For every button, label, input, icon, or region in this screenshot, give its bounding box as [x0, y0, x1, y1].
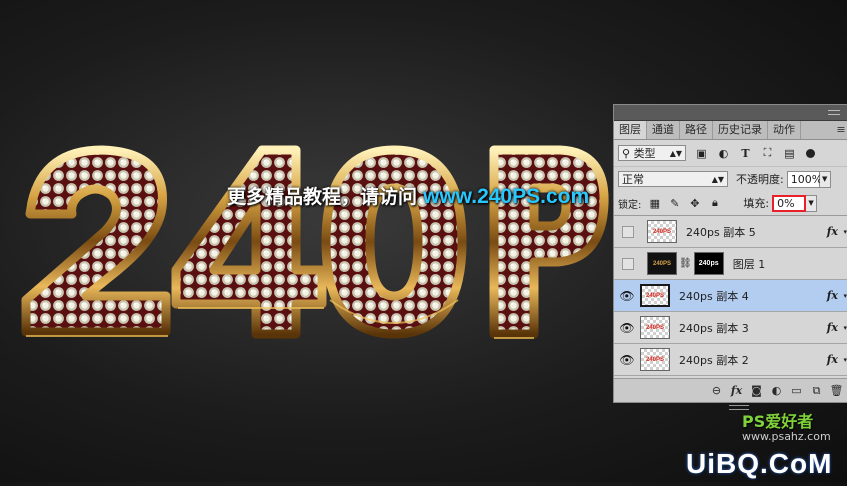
layer-list: 240PS 240ps 副本 5 fx ▾ 240PS ⛓ 240ps 图层 1…	[614, 216, 847, 376]
pixel-filter-icon[interactable]: ▣	[695, 147, 708, 160]
layer-thumbnail: 240PS	[640, 316, 670, 339]
layer-thumbnail: 240PS	[647, 252, 677, 275]
watermark-logo: PS爱好者	[742, 412, 814, 431]
panel-tabs: 图层 通道 路径 历史记录 动作 ≡	[614, 121, 847, 140]
visibility-toggle[interactable]	[622, 257, 634, 270]
tab-actions[interactable]: 动作	[768, 121, 801, 139]
watermark-url: www.psahz.com	[742, 430, 831, 443]
layer-filter-bar: ⚲ 类型 ▲▼ ▣ ◐ T ⛶ ▤	[614, 140, 847, 167]
layer-thumbnail: 240PS	[647, 220, 677, 243]
layer-row[interactable]: 👁︎ 240PS 240ps 副本 3 fx ▾	[614, 312, 847, 344]
lock-position-icon[interactable]: ✥	[688, 197, 701, 210]
delete-layer-icon[interactable]: 🗑︎	[828, 382, 845, 399]
filter-kind-value: 类型	[633, 147, 656, 160]
new-adjustment-icon[interactable]: ◐	[768, 382, 785, 399]
watermark-brand: UiBQ.CoM	[686, 448, 833, 479]
adjustment-filter-icon[interactable]: ◐	[717, 147, 730, 160]
opacity-dropdown-icon[interactable]: ▼	[819, 170, 831, 188]
layer-name[interactable]: 240ps 副本 3	[679, 320, 749, 336]
tab-history[interactable]: 历史记录	[713, 121, 768, 139]
tab-channels[interactable]: 通道	[647, 121, 680, 139]
lock-transparent-icon[interactable]: ▦	[648, 197, 661, 210]
banner-text: 更多精品教程，请访问	[227, 186, 418, 208]
lock-pixels-icon[interactable]: ✎	[668, 197, 681, 210]
filter-toggle-icon[interactable]	[806, 148, 815, 158]
add-style-icon[interactable]: fx	[728, 382, 745, 399]
expand-effects-icon[interactable]: ▾	[843, 356, 847, 364]
promo-banner: 更多精品教程，请访问 www.240PS.com	[227, 182, 589, 209]
new-group-icon[interactable]: ▭	[788, 382, 805, 399]
fx-icon[interactable]: fx	[827, 321, 838, 334]
opacity-label: 不透明度:	[736, 173, 784, 186]
expand-effects-icon[interactable]: ▾	[843, 324, 847, 332]
layer-mask-thumbnail[interactable]: 240ps	[693, 252, 724, 275]
gold-diamond-text	[21, 145, 609, 339]
layer-row[interactable]: 👁︎ 240PS 240ps 副本 2 fx ▾	[614, 344, 847, 376]
eye-icon[interactable]: 👁︎	[614, 321, 640, 335]
link-icon[interactable]: ⛓	[679, 258, 692, 269]
expand-effects-icon[interactable]: ▾	[843, 292, 847, 300]
layer-row[interactable]: 240PS ⛓ 240ps 图层 1	[614, 248, 847, 280]
tab-paths[interactable]: 路径	[680, 121, 713, 139]
layer-row-selected[interactable]: 👁︎ 240PS 240ps 副本 4 fx ▾	[614, 280, 847, 312]
layer-name[interactable]: 240ps 副本 2	[679, 352, 749, 368]
expand-effects-icon[interactable]: ▾	[843, 228, 847, 236]
layer-thumbnail: 240PS	[640, 348, 670, 371]
shape-filter-icon[interactable]: ⛶	[761, 146, 774, 160]
banner-url[interactable]: www.240PS.com	[423, 185, 589, 208]
panel-footer: ⊖ fx ◙ ◐ ▭ ⧉ 🗑︎	[614, 378, 847, 410]
tab-layers[interactable]: 图层	[614, 121, 647, 139]
layer-name[interactable]: 240ps 副本 4	[679, 288, 749, 304]
layers-panel: 图层 通道 路径 历史记录 动作 ≡ ⚲ 类型 ▲▼ ▣ ◐ T ⛶ ▤ 正常 …	[613, 104, 847, 410]
chevron-updown-icon: ▲▼	[711, 174, 724, 184]
fill-dropdown-icon[interactable]: ▼	[806, 194, 818, 212]
link-layers-icon[interactable]: ⊖	[708, 382, 725, 399]
fx-icon[interactable]: fx	[827, 289, 838, 302]
layer-name[interactable]: 图层 1	[733, 256, 766, 272]
add-mask-icon[interactable]: ◙	[748, 382, 765, 399]
panel-menu-icon[interactable]: ≡	[834, 121, 847, 139]
lock-all-icon[interactable]: 🔒︎	[708, 196, 721, 210]
opacity-field[interactable]: 100%	[786, 170, 822, 188]
eye-icon[interactable]: 👁︎	[614, 289, 640, 303]
layer-row[interactable]: 240PS 240ps 副本 5 fx ▾	[614, 216, 847, 248]
eye-icon[interactable]: 👁︎	[614, 353, 640, 367]
artwork-canvas: 更多精品教程，请访问 www.240PS.com	[0, 0, 620, 482]
type-filter-icon[interactable]: T	[739, 147, 752, 160]
layer-thumbnail: 240PS	[640, 284, 670, 307]
new-layer-icon[interactable]: ⧉	[808, 382, 825, 399]
blend-mode-value: 正常	[622, 173, 644, 186]
visibility-toggle[interactable]	[622, 225, 634, 238]
lock-label: 锁定:	[618, 199, 642, 211]
fx-icon[interactable]: fx	[827, 353, 838, 366]
lock-row: 锁定: ▦ ✎ ✥ 🔒︎ 填充: 0% ▼	[614, 191, 847, 216]
smartobject-filter-icon[interactable]: ▤	[783, 147, 796, 160]
filter-kind-select[interactable]: ⚲ 类型 ▲▼	[618, 145, 686, 161]
layer-name[interactable]: 240ps 副本 5	[686, 224, 756, 240]
fx-icon[interactable]: fx	[827, 225, 838, 238]
fill-field[interactable]: 0%	[772, 194, 807, 212]
blend-mode-select[interactable]: 正常 ▲▼	[618, 171, 728, 187]
collapse-icon[interactable]	[828, 110, 840, 115]
fill-label: 填充:	[743, 197, 770, 210]
panel-titlebar[interactable]	[614, 105, 847, 121]
search-icon: ⚲	[622, 146, 634, 160]
chevron-updown-icon: ▲▼	[669, 148, 682, 158]
blend-row: 正常 ▲▼ 不透明度: 100% ▼	[614, 167, 847, 191]
